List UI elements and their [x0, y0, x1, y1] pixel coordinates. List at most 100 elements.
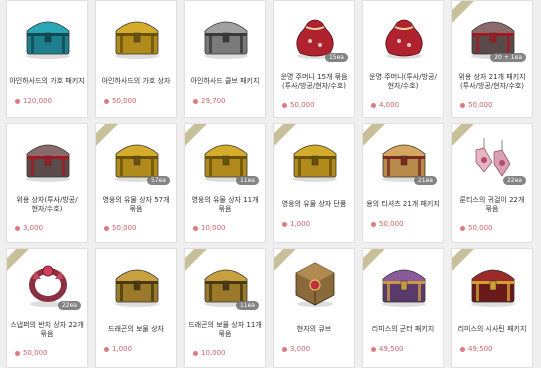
coin-icon — [15, 225, 20, 231]
price-value: 3,000 — [290, 345, 311, 353]
product-card[interactable]: 리미스의 군터 패키지 49,500 — [362, 248, 444, 368]
quantity-badge: 22ea — [57, 301, 81, 310]
price-value: 50,000 — [23, 349, 48, 357]
price-value: 49,500 — [468, 345, 493, 353]
product-price: 50,000 — [460, 101, 493, 109]
product-price: 50,000 — [282, 101, 315, 109]
product-name: 드래곤의 보물 상자 11개 묶음 — [188, 321, 262, 338]
product-card[interactable]: 57ea 영웅의 유물 상자 57개 묶음 50,000 — [95, 123, 177, 243]
price-value: 50,000 — [468, 224, 493, 232]
product-name: 스냅퍼의 반지 상자 22개 묶음 — [10, 321, 84, 338]
coin-icon — [193, 350, 198, 356]
coin-icon — [460, 225, 465, 231]
product-card[interactable]: 11ea 드래곤의 보물 상자 11개 묶음 10,000 — [184, 248, 266, 368]
product-grid: 아인하사드의 가호 패키지 120,000 아인하사드의 가호 상자 50,000 … — [6, 0, 538, 368]
product-name: 아인하사드의 가호 패키지 — [9, 77, 85, 85]
price-value: 10,000 — [201, 224, 226, 232]
product-card[interactable]: 영웅의 유물 상자 단품 1,000 — [273, 123, 355, 243]
teal-chest-icon — [21, 9, 75, 61]
ruby-chest-icon — [466, 257, 520, 309]
dark-red-chest-icon — [21, 132, 75, 184]
price-value: 10,000 — [201, 349, 226, 357]
product-card[interactable]: 22ea 스냅퍼의 반지 상자 22개 묶음 50,000 — [6, 248, 88, 368]
purple-chest-icon — [377, 257, 431, 309]
product-card[interactable]: 아인하사드의 가호 상자 50,000 — [95, 0, 177, 118]
gold-chest-icon — [110, 9, 164, 61]
product-price: 29,700 — [193, 97, 226, 105]
price-value: 50,000 — [112, 224, 137, 232]
coin-icon — [282, 102, 287, 108]
price-value: 50,000 — [290, 101, 315, 109]
coin-icon — [104, 346, 109, 352]
product-card[interactable]: 11ea 영웅의 유물 상자 11개 묶음 10,000 — [184, 123, 266, 243]
coin-icon — [193, 98, 198, 104]
quantity-badge: 11ea — [235, 176, 259, 185]
price-value: 29,700 — [201, 97, 226, 105]
product-card[interactable]: 아인하사드의 가호 패키지 120,000 — [6, 0, 88, 118]
product-price: 4,000 — [371, 101, 399, 109]
price-value: 49,500 — [379, 345, 404, 353]
product-name: 아인하사드의 가호 상자 — [101, 77, 171, 85]
dragon-chest-icon — [110, 257, 164, 309]
quantity-badge: 22ea — [502, 176, 526, 185]
product-card[interactable]: 드래곤의 보물 상자 1,000 — [95, 248, 177, 368]
product-price: 3,000 — [15, 224, 43, 232]
coin-icon — [460, 102, 465, 108]
cube-icon — [288, 257, 342, 309]
coin-icon — [193, 225, 198, 231]
price-value: 50,000 — [468, 101, 493, 109]
product-name: 위용 상자(투사/방공/현자/수호) — [16, 196, 78, 213]
product-card[interactable]: 리미스의 시사틴 패키지 49,500 — [451, 248, 533, 368]
product-card[interactable]: 21ea 용의 티셔츠 21개 패키지 50,000 — [362, 123, 444, 243]
product-name: 영웅의 유물 상자 단품 — [281, 200, 347, 208]
coin-icon — [282, 221, 287, 227]
product-card[interactable]: 운명 주머니(투사/방공/현자/수호) 4,000 — [362, 0, 444, 118]
coin-icon — [104, 98, 109, 104]
coin-icon — [460, 346, 465, 352]
quantity-badge: 20 + 1ea — [490, 53, 526, 62]
coin-icon — [15, 98, 20, 104]
product-name: 영웅의 유물 상자 57개 묶음 — [102, 196, 170, 213]
product-name: 아인하사드 클브 패키지 — [190, 77, 260, 85]
price-value: 4,000 — [379, 101, 400, 109]
price-value: 1,000 — [112, 345, 133, 353]
product-name: 현자의 큐브 — [296, 325, 332, 333]
quantity-badge: 21ea — [413, 176, 437, 185]
product-price: 120,000 — [15, 97, 52, 105]
price-value: 1,000 — [290, 220, 311, 228]
product-name: 리미스의 군터 패키지 — [371, 325, 435, 333]
product-card[interactable]: 20 + 1ea 위용 상자 21개 패키지 (투사/방공/현자/수호) 50,00… — [451, 0, 533, 118]
coin-icon — [15, 350, 20, 356]
product-price: 1,000 — [282, 220, 310, 228]
gold-chest-icon — [288, 132, 342, 184]
coin-icon — [371, 102, 376, 108]
product-card[interactable]: 22ea 룬티스의 귀걸이 22개 묶음 50,000 — [451, 123, 533, 243]
product-card[interactable]: 아인하사드 클브 패키지 29,700 — [184, 0, 266, 118]
product-price: 50,000 — [15, 349, 48, 357]
product-name: 운명 주머니 15개 묶음 (투사/방공/현자/수호) — [280, 73, 348, 90]
product-price: 50,000 — [460, 224, 493, 232]
product-card[interactable]: 현자의 큐브 3,000 — [273, 248, 355, 368]
coin-icon — [371, 221, 376, 227]
product-name: 리미스의 시사틴 패키지 — [457, 325, 527, 333]
silver-chest-icon — [199, 9, 253, 61]
product-price: 50,000 — [104, 224, 137, 232]
quantity-badge: 15ea — [324, 53, 348, 62]
price-value: 3,000 — [23, 224, 44, 232]
product-price: 49,500 — [371, 345, 404, 353]
product-name: 운명 주머니(투사/방공/현자/수호) — [369, 73, 437, 90]
product-card[interactable]: 위용 상자(투사/방공/현자/수호) 3,000 — [6, 123, 88, 243]
quantity-badge: 57ea — [146, 176, 170, 185]
coin-icon — [104, 225, 109, 231]
product-name: 영웅의 유물 상자 11개 묶음 — [191, 196, 259, 213]
product-price: 10,000 — [193, 224, 226, 232]
product-price: 50,000 — [104, 97, 137, 105]
product-card[interactable]: 15ea 운명 주머니 15개 묶음 (투사/방공/현자/수호) 50,000 — [273, 0, 355, 118]
price-value: 50,000 — [379, 220, 404, 228]
product-price: 10,000 — [193, 349, 226, 357]
product-price: 1,000 — [104, 345, 132, 353]
product-name: 용의 티셔츠 21개 패키지 — [366, 200, 440, 208]
product-price: 3,000 — [282, 345, 310, 353]
quantity-badge: 11ea — [235, 301, 259, 310]
product-price: 50,000 — [371, 220, 404, 228]
